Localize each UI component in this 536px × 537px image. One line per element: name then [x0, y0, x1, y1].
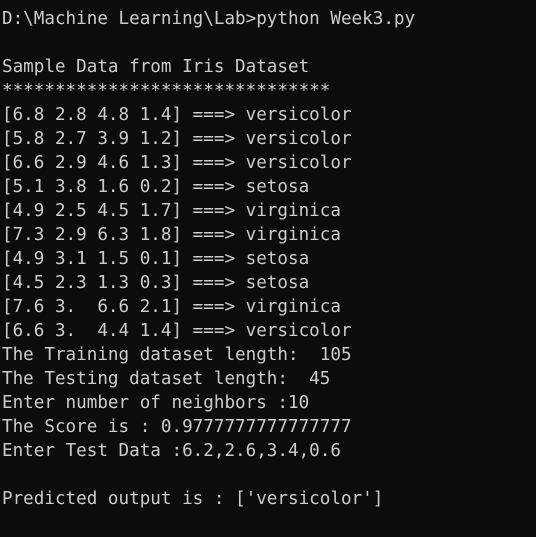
- neighbors-input-line: Enter number of neighbors :10: [2, 393, 310, 413]
- sample-row: [6.8 2.8 4.8 1.4] ===> versicolor: [2, 105, 352, 125]
- sample-row: [7.6 3. 6.6 2.1] ===> virginica: [2, 297, 341, 317]
- score-line: The Score is : 0.9777777777777777: [2, 417, 352, 437]
- sample-row: [4.5 2.3 1.3 0.3] ===> setosa: [2, 273, 310, 293]
- terminal-window[interactable]: D:\Machine Learning\Lab>python Week3.py …: [0, 0, 536, 537]
- sample-row: [4.9 3.1 1.5 0.1] ===> setosa: [2, 249, 310, 269]
- sample-row: [6.6 3. 4.4 1.4] ===> versicolor: [2, 321, 352, 341]
- separator-line: *******************************: [2, 81, 331, 101]
- sample-row: [7.3 2.9 6.3 1.8] ===> virginica: [2, 225, 341, 245]
- command-prompt-line: D:\Machine Learning\Lab>python Week3.py: [2, 9, 416, 29]
- training-length-line: The Training dataset length: 105: [2, 345, 352, 365]
- sample-data-heading: Sample Data from Iris Dataset: [2, 57, 310, 77]
- predicted-output-line: Predicted output is : ['versicolor']: [2, 489, 384, 509]
- testing-length-line: The Testing dataset length: 45: [2, 369, 331, 389]
- sample-row: [5.1 3.8 1.6 0.2] ===> setosa: [2, 177, 310, 197]
- sample-row: [5.8 2.7 3.9 1.2] ===> versicolor: [2, 129, 352, 149]
- test-data-input-line: Enter Test Data :6.2,2.6,3.4,0.6: [2, 441, 341, 461]
- sample-row: [4.9 2.5 4.5 1.7] ===> virginica: [2, 201, 341, 221]
- sample-row: [6.6 2.9 4.6 1.3] ===> versicolor: [2, 153, 352, 173]
